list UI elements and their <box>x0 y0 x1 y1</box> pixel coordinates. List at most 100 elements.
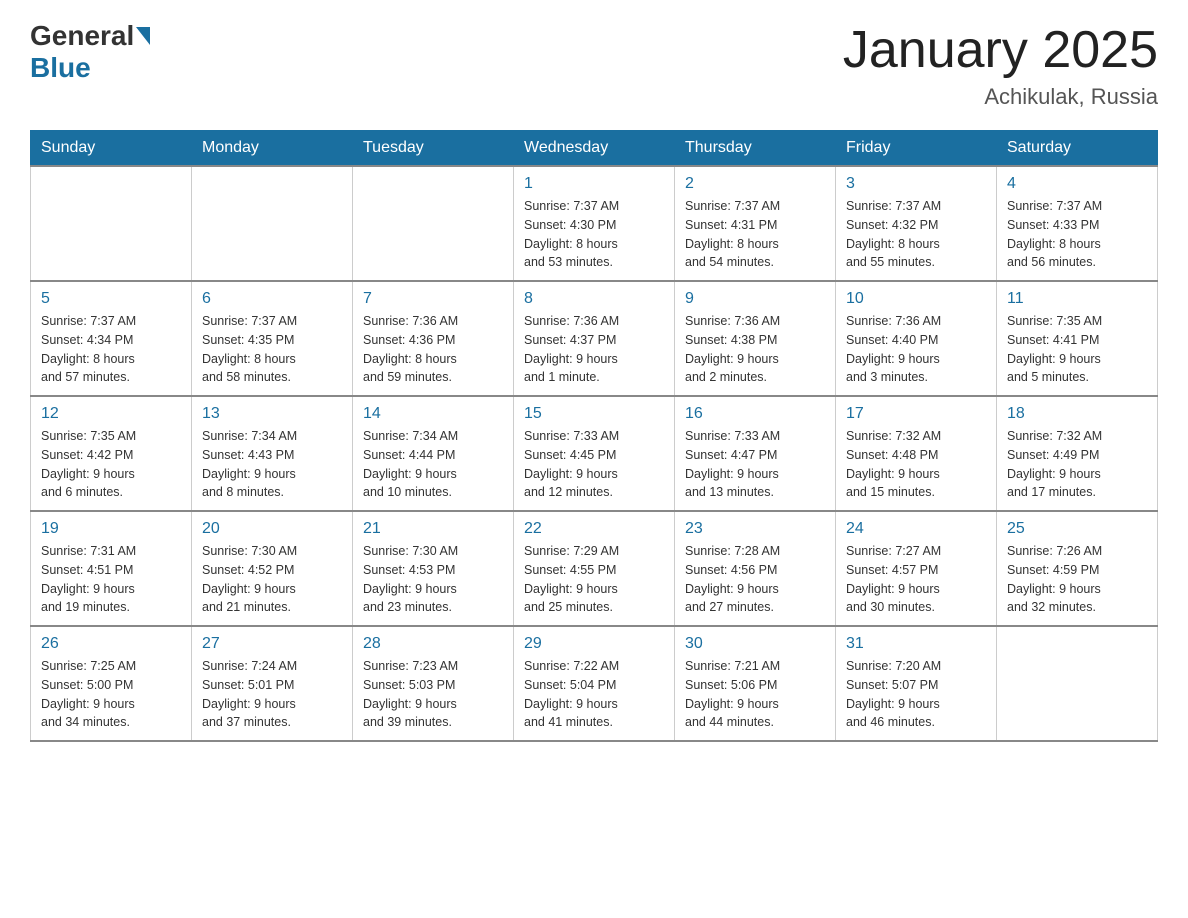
day-number: 28 <box>363 635 503 653</box>
calendar-cell: 9Sunrise: 7:36 AM Sunset: 4:38 PM Daylig… <box>675 281 836 396</box>
day-info: Sunrise: 7:35 AM Sunset: 4:42 PM Dayligh… <box>41 427 181 502</box>
day-number: 17 <box>846 405 986 423</box>
day-number: 22 <box>524 520 664 538</box>
day-header-wednesday: Wednesday <box>514 131 675 167</box>
week-row-4: 19 Sunrise: 7:31 AM Sunset: 4:51 PM Dayli… <box>31 511 1158 626</box>
calendar-cell <box>31 166 192 281</box>
day-info: Sunrise: 7:20 AM Sunset: 5:07 PM Dayligh… <box>846 657 986 732</box>
calendar-cell: 4Sunrise: 7:37 AM Sunset: 4:33 PM Daylig… <box>997 166 1158 281</box>
month-title: January 2025 <box>843 20 1158 80</box>
day-info: Sunrise: 7:27 AM Sunset: 4:57 PM Dayligh… <box>846 542 986 617</box>
day-number: 18 <box>1007 405 1147 423</box>
day-number: 8 <box>524 290 664 308</box>
week-row-3: 12 Sunrise: 7:35 AM Sunset: 4:42 PM Dayli… <box>31 396 1158 511</box>
day-number: 19 <box>41 520 181 538</box>
calendar-cell: 11 Sunrise: 7:35 AM Sunset: 4:41 PM Dayli… <box>997 281 1158 396</box>
calendar-cell: 16Sunrise: 7:33 AM Sunset: 4:47 PM Dayli… <box>675 396 836 511</box>
day-info: Sunrise: 7:26 AM Sunset: 4:59 PM Dayligh… <box>1007 542 1147 617</box>
calendar-cell: 13Sunrise: 7:34 AM Sunset: 4:43 PM Dayli… <box>192 396 353 511</box>
day-number: 23 <box>685 520 825 538</box>
calendar-cell: 2 Sunrise: 7:37 AM Sunset: 4:31 PM Daylig… <box>675 166 836 281</box>
day-number: 13 <box>202 405 342 423</box>
day-number: 10 <box>846 290 986 308</box>
day-number: 27 <box>202 635 342 653</box>
calendar-cell: 31 Sunrise: 7:20 AM Sunset: 5:07 PM Dayli… <box>836 626 997 741</box>
calendar-cell <box>997 626 1158 741</box>
calendar-cell: 5Sunrise: 7:37 AM Sunset: 4:34 PM Daylig… <box>31 281 192 396</box>
calendar-table: SundayMondayTuesdayWednesdayThursdayFrid… <box>30 130 1158 742</box>
day-number: 31 <box>846 635 986 653</box>
day-number: 12 <box>41 405 181 423</box>
calendar-cell: 10 Sunrise: 7:36 AM Sunset: 4:40 PM Dayli… <box>836 281 997 396</box>
calendar-cell: 14 Sunrise: 7:34 AM Sunset: 4:44 PM Dayli… <box>353 396 514 511</box>
day-info: Sunrise: 7:28 AM Sunset: 4:56 PM Dayligh… <box>685 542 825 617</box>
logo-arrow-icon <box>136 27 150 45</box>
day-info: Sunrise: 7:36 AM Sunset: 4:38 PM Dayligh… <box>685 312 825 387</box>
calendar-cell: 6Sunrise: 7:37 AM Sunset: 4:35 PM Daylig… <box>192 281 353 396</box>
day-number: 4 <box>1007 175 1147 193</box>
day-number: 16 <box>685 405 825 423</box>
day-info: Sunrise: 7:23 AM Sunset: 5:03 PM Dayligh… <box>363 657 503 732</box>
day-info: Sunrise: 7:32 AM Sunset: 4:49 PM Dayligh… <box>1007 427 1147 502</box>
calendar-cell <box>353 166 514 281</box>
day-info: Sunrise: 7:32 AM Sunset: 4:48 PM Dayligh… <box>846 427 986 502</box>
day-info: Sunrise: 7:35 AM Sunset: 4:41 PM Dayligh… <box>1007 312 1147 387</box>
day-info: Sunrise: 7:22 AM Sunset: 5:04 PM Dayligh… <box>524 657 664 732</box>
calendar-cell: 12 Sunrise: 7:35 AM Sunset: 4:42 PM Dayli… <box>31 396 192 511</box>
day-number: 30 <box>685 635 825 653</box>
day-number: 7 <box>363 290 503 308</box>
day-info: Sunrise: 7:36 AM Sunset: 4:40 PM Dayligh… <box>846 312 986 387</box>
calendar-cell: 28 Sunrise: 7:23 AM Sunset: 5:03 PM Dayli… <box>353 626 514 741</box>
day-number: 25 <box>1007 520 1147 538</box>
calendar-cell: 7 Sunrise: 7:36 AM Sunset: 4:36 PM Daylig… <box>353 281 514 396</box>
calendar-cell: 30 Sunrise: 7:21 AM Sunset: 5:06 PM Dayli… <box>675 626 836 741</box>
calendar-cell: 27Sunrise: 7:24 AM Sunset: 5:01 PM Dayli… <box>192 626 353 741</box>
day-number: 20 <box>202 520 342 538</box>
calendar-cell <box>192 166 353 281</box>
day-info: Sunrise: 7:25 AM Sunset: 5:00 PM Dayligh… <box>41 657 181 732</box>
day-number: 24 <box>846 520 986 538</box>
day-number: 6 <box>202 290 342 308</box>
calendar-cell: 1Sunrise: 7:37 AM Sunset: 4:30 PM Daylig… <box>514 166 675 281</box>
day-info: Sunrise: 7:31 AM Sunset: 4:51 PM Dayligh… <box>41 542 181 617</box>
day-info: Sunrise: 7:34 AM Sunset: 4:44 PM Dayligh… <box>363 427 503 502</box>
day-number: 3 <box>846 175 986 193</box>
calendar-cell: 22Sunrise: 7:29 AM Sunset: 4:55 PM Dayli… <box>514 511 675 626</box>
day-info: Sunrise: 7:37 AM Sunset: 4:31 PM Dayligh… <box>685 197 825 272</box>
calendar-cell: 19 Sunrise: 7:31 AM Sunset: 4:51 PM Dayli… <box>31 511 192 626</box>
day-number: 2 <box>685 175 825 193</box>
calendar-cell: 25 Sunrise: 7:26 AM Sunset: 4:59 PM Dayli… <box>997 511 1158 626</box>
calendar-cell: 20 Sunrise: 7:30 AM Sunset: 4:52 PM Dayli… <box>192 511 353 626</box>
title-block: January 2025 Achikulak, Russia <box>843 20 1158 110</box>
calendar-cell: 24 Sunrise: 7:27 AM Sunset: 4:57 PM Dayli… <box>836 511 997 626</box>
logo: General Blue <box>30 20 152 84</box>
day-info: Sunrise: 7:37 AM Sunset: 4:32 PM Dayligh… <box>846 197 986 272</box>
location: Achikulak, Russia <box>843 84 1158 110</box>
day-number: 26 <box>41 635 181 653</box>
calendar-cell: 29 Sunrise: 7:22 AM Sunset: 5:04 PM Dayli… <box>514 626 675 741</box>
calendar-cell: 3 Sunrise: 7:37 AM Sunset: 4:32 PM Daylig… <box>836 166 997 281</box>
day-header-monday: Monday <box>192 131 353 167</box>
days-header-row: SundayMondayTuesdayWednesdayThursdayFrid… <box>31 131 1158 167</box>
day-number: 5 <box>41 290 181 308</box>
day-number: 29 <box>524 635 664 653</box>
day-header-saturday: Saturday <box>997 131 1158 167</box>
day-info: Sunrise: 7:36 AM Sunset: 4:37 PM Dayligh… <box>524 312 664 387</box>
logo-blue-text: Blue <box>30 52 91 84</box>
calendar-cell: 15Sunrise: 7:33 AM Sunset: 4:45 PM Dayli… <box>514 396 675 511</box>
week-row-2: 5Sunrise: 7:37 AM Sunset: 4:34 PM Daylig… <box>31 281 1158 396</box>
day-number: 11 <box>1007 290 1147 308</box>
day-number: 21 <box>363 520 503 538</box>
day-info: Sunrise: 7:33 AM Sunset: 4:45 PM Dayligh… <box>524 427 664 502</box>
calendar-cell: 21Sunrise: 7:30 AM Sunset: 4:53 PM Dayli… <box>353 511 514 626</box>
day-info: Sunrise: 7:30 AM Sunset: 4:52 PM Dayligh… <box>202 542 342 617</box>
day-info: Sunrise: 7:37 AM Sunset: 4:30 PM Dayligh… <box>524 197 664 272</box>
week-row-5: 26 Sunrise: 7:25 AM Sunset: 5:00 PM Dayli… <box>31 626 1158 741</box>
page-header: General Blue January 2025 Achikulak, Rus… <box>30 20 1158 110</box>
day-info: Sunrise: 7:36 AM Sunset: 4:36 PM Dayligh… <box>363 312 503 387</box>
logo-general-text: General <box>30 20 134 52</box>
calendar-cell: 8 Sunrise: 7:36 AM Sunset: 4:37 PM Daylig… <box>514 281 675 396</box>
day-number: 14 <box>363 405 503 423</box>
calendar-cell: 18 Sunrise: 7:32 AM Sunset: 4:49 PM Dayli… <box>997 396 1158 511</box>
day-info: Sunrise: 7:21 AM Sunset: 5:06 PM Dayligh… <box>685 657 825 732</box>
